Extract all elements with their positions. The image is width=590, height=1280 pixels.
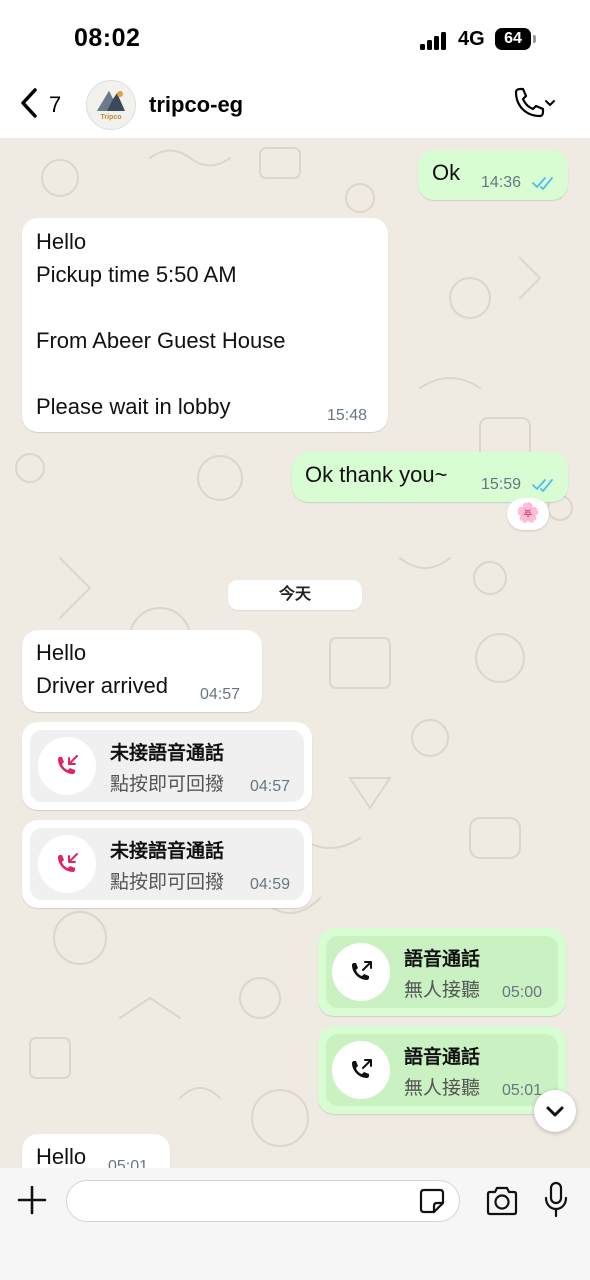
outgoing-call-message[interactable]: 語音通話 無人接聽 05:01 [318,1026,566,1114]
call-title: 未接語音通話 [110,841,225,862]
message-time: 15:48 [327,407,368,424]
battery-cap [533,35,536,43]
message-text: Ok [432,160,461,185]
message-incoming[interactable]: Hello Pickup time 5:50 AM From Abeer Gue… [22,218,388,432]
double-check-icon [532,177,553,190]
composer-bar [0,1168,590,1280]
status-time: 08:02 [74,24,141,52]
sticker-icon[interactable] [418,1187,446,1215]
status-bar: 08:02 4G 64 [0,0,590,80]
battery-icon: 64 [495,28,531,50]
reaction-badge[interactable]: 🌸 [507,498,549,530]
chat-header: 7 Tripco tripco-eg [0,80,590,138]
chevron-down-icon [546,1106,564,1117]
message-incoming[interactable]: Hello Driver arrived 04:57 [22,630,262,712]
back-icon[interactable] [16,86,44,120]
outgoing-call-icon [332,943,390,1001]
message-time: 15:59 [481,476,522,493]
message-time: 05:01 [108,1158,149,1168]
logo-icon [97,91,125,111]
chat-area[interactable]: Ok 14:36 Hello Pickup time 5:50 AM From … [0,138,590,1168]
contact-name[interactable]: tripco-eg [149,92,243,118]
signal-icon [420,30,450,50]
missed-call-message[interactable]: 未接語音通話 點按即可回撥 04:57 [22,722,312,810]
call-subtitle: 無人接聽 [404,980,481,1001]
outgoing-call-message[interactable]: 語音通話 無人接聽 05:00 [318,928,566,1016]
outgoing-call-icon [332,1041,390,1099]
message-text: Ok thank you~ [305,462,448,487]
message-time: 04:57 [250,778,291,795]
missed-call-icon [38,835,96,893]
network-type: 4G [458,28,485,50]
plus-icon[interactable] [16,1184,48,1216]
call-subtitle: 無人接聽 [404,1078,481,1099]
avatar[interactable]: Tripco [86,80,136,130]
call-subtitle: 點按即可回撥 [110,872,225,893]
message-incoming[interactable]: Hello 05:01 [22,1134,170,1168]
message-time: 04:59 [250,876,291,893]
message-input[interactable] [66,1180,460,1222]
mic-icon[interactable] [543,1181,569,1219]
message-time: 04:57 [200,686,241,703]
missed-call-message[interactable]: 未接語音通話 點按即可回撥 04:59 [22,820,312,908]
phone-icon[interactable] [510,86,558,122]
message-text: Hello [36,1144,87,1168]
call-subtitle: 點按即可回撥 [110,774,225,795]
scroll-to-bottom-button[interactable] [534,1090,576,1132]
unread-count[interactable]: 7 [49,92,61,118]
message-text: Hello Pickup time 5:50 AM From Abeer Gue… [36,229,286,419]
message-time: 14:36 [481,174,522,191]
message-time: 05:00 [502,984,543,1001]
message-outgoing[interactable]: Ok thank you~ 15:59 [292,452,568,502]
message-outgoing[interactable]: Ok 14:36 [418,150,568,200]
missed-call-icon [38,737,96,795]
call-title: 未接語音通話 [110,743,225,764]
double-check-icon [532,479,553,492]
avatar-logo-text: Tripco [100,114,122,121]
call-title: 語音通話 [404,1047,481,1068]
call-title: 語音通話 [404,949,481,970]
date-divider: 今天 [228,580,362,610]
chevron-down-icon [545,100,555,106]
camera-icon[interactable] [484,1185,520,1217]
message-text: Hello Driver arrived [36,640,169,698]
